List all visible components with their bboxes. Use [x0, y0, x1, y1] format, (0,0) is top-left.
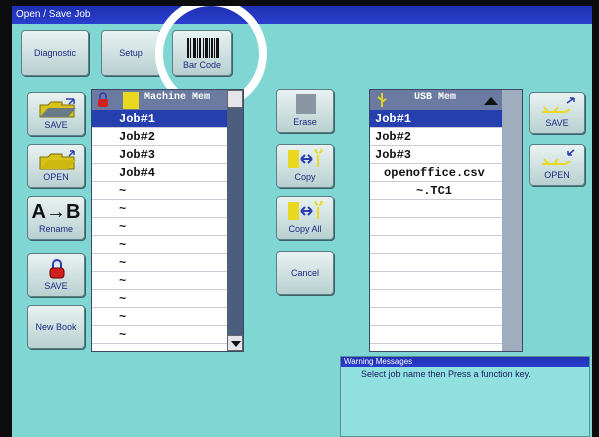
usb-list-scrollbar[interactable]: [502, 90, 522, 351]
ab-icon: A→B: [31, 201, 81, 223]
lock-icon: [49, 259, 65, 279]
list-item[interactable]: Job#3: [92, 146, 227, 164]
erase-button[interactable]: Erase: [276, 89, 334, 133]
copy-all-button[interactable]: Copy All: [276, 196, 334, 240]
list-item[interactable]: [370, 200, 502, 218]
list-item[interactable]: ~.TC1: [370, 182, 502, 200]
list-item[interactable]: Job#2: [370, 128, 502, 146]
rename-label: Rename: [38, 224, 74, 234]
list-item[interactable]: ~: [92, 326, 227, 344]
usb-save-button[interactable]: SAVE: [529, 92, 585, 134]
list-item[interactable]: [370, 326, 502, 344]
list-item[interactable]: [370, 218, 502, 236]
machine-list-header: Machine Mem: [92, 90, 243, 110]
list-item[interactable]: [370, 290, 502, 308]
list-item[interactable]: Job#2: [92, 128, 227, 146]
list-item[interactable]: openoffice.csv: [370, 164, 502, 182]
list-item[interactable]: ~: [92, 182, 227, 200]
rename-button[interactable]: A→B Rename: [27, 196, 85, 240]
new-book-button[interactable]: New Book: [27, 305, 85, 349]
usb-open-button[interactable]: OPEN: [529, 144, 585, 186]
list-item[interactable]: Job#1: [370, 110, 502, 128]
open-label: OPEN: [43, 172, 69, 182]
open-button[interactable]: OPEN: [27, 144, 85, 188]
setup-label: Setup: [119, 48, 143, 58]
list-item[interactable]: ~: [92, 236, 227, 254]
erase-icon: [296, 94, 316, 114]
list-item[interactable]: ~: [92, 200, 227, 218]
scroll-down-button[interactable]: [227, 335, 243, 351]
machine-memory-list[interactable]: Machine Mem Job#1 Job#2 Job#3 Job#4 ~ ~ ~ ~ ~ ~ ~ ~…: [91, 89, 244, 352]
usb-save-icon: [542, 97, 575, 113]
usb-save-label: SAVE: [545, 118, 569, 128]
list-item[interactable]: ~: [92, 218, 227, 236]
cancel-label: Cancel: [290, 268, 319, 278]
warning-panel: Warning Messages Select job name then Pr…: [340, 356, 590, 437]
folder-icon: [123, 92, 139, 109]
chevron-down-icon: [231, 341, 241, 347]
lock-save-button[interactable]: SAVE: [27, 253, 85, 297]
window-title: Open / Save Job: [12, 6, 592, 24]
list-item[interactable]: [370, 308, 502, 326]
copy-label: Copy: [294, 172, 316, 182]
list-item[interactable]: ~: [92, 290, 227, 308]
usb-icon: [377, 93, 387, 107]
sort-up-icon: [484, 97, 498, 105]
usb-open-label: OPEN: [544, 170, 570, 180]
list-item[interactable]: [370, 236, 502, 254]
diagnostic-label: Diagnostic: [33, 48, 77, 58]
list-item[interactable]: ~: [92, 308, 227, 326]
save-label: SAVE: [44, 120, 68, 130]
usb-memory-list[interactable]: USB Mem Job#1 Job#2 Job#3 openoffice.csv ~.T…: [369, 89, 523, 352]
machine-list-title: Machine Mem: [144, 92, 211, 103]
usb-open-icon: [542, 149, 575, 165]
erase-label: Erase: [293, 117, 317, 127]
list-item[interactable]: [370, 254, 502, 272]
scroll-up-button[interactable]: [227, 90, 243, 108]
list-item[interactable]: ~: [92, 272, 227, 290]
cancel-button[interactable]: Cancel: [276, 251, 334, 295]
copy-button[interactable]: Copy: [276, 144, 334, 188]
warning-message: Select job name then Press a function ke…: [361, 369, 531, 379]
copy-all-label: Copy All: [288, 224, 322, 234]
usb-list-title: USB Mem: [414, 92, 457, 103]
list-item[interactable]: Job#4: [92, 164, 227, 182]
machine-list-scrollbar[interactable]: [227, 90, 243, 351]
lock-icon: [98, 92, 108, 107]
list-item[interactable]: Job#1: [92, 110, 227, 128]
save-button[interactable]: SAVE: [27, 92, 85, 136]
copy-arrow-icon: [288, 149, 323, 168]
folder-open-icon: [39, 150, 76, 170]
copy-all-arrow-icon: [288, 201, 323, 220]
new-book-label: New Book: [35, 322, 77, 332]
list-item[interactable]: [370, 272, 502, 290]
save2-label: SAVE: [44, 281, 68, 291]
diagnostic-button[interactable]: Diagnostic: [21, 30, 89, 76]
list-item[interactable]: Job#3: [370, 146, 502, 164]
warning-title: Warning Messages: [341, 357, 589, 367]
folder-save-icon: [39, 98, 76, 118]
list-item[interactable]: ~: [92, 254, 227, 272]
usb-list-header: USB Mem: [370, 90, 522, 110]
setup-button[interactable]: Setup: [101, 30, 161, 76]
screen: Open / Save Job Diagnostic Setup Bar Cod…: [12, 6, 592, 437]
